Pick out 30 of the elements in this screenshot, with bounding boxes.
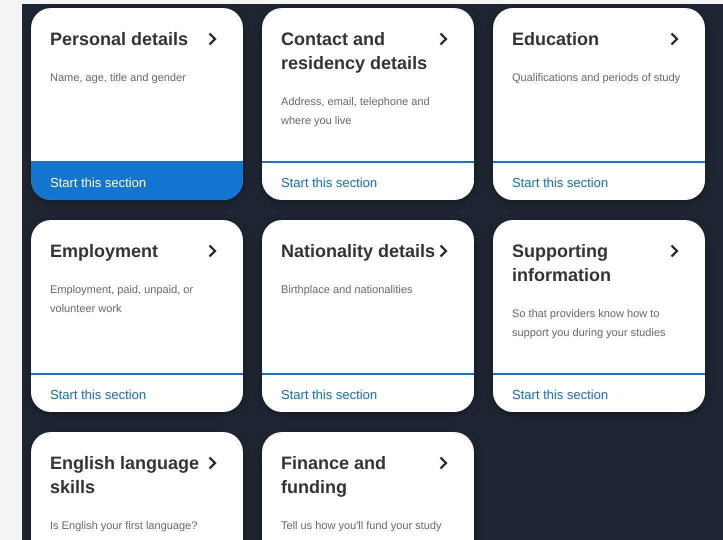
card-title: Supporting information (512, 240, 612, 287)
start-section-link[interactable]: Start this section (31, 161, 243, 200)
card-description: Address, email, telephone and where you live (281, 95, 431, 129)
card-title: Employment (50, 240, 160, 263)
card-title: Education (512, 28, 600, 51)
card-description: Is English your first language? (50, 519, 198, 534)
start-section-link[interactable]: Start this section (31, 373, 243, 412)
chevron-right-icon (208, 244, 217, 258)
chevron-right-icon (439, 456, 448, 470)
chevron-right-icon (670, 32, 679, 46)
card-description: So that providers know how to support you during your studies (512, 307, 666, 341)
start-section-link[interactable]: Start this section (262, 161, 474, 200)
start-section-link[interactable]: Start this section (262, 373, 474, 412)
card-title: Finance and funding (281, 452, 388, 499)
chevron-right-icon (208, 32, 217, 46)
card-title: Personal details (50, 28, 190, 51)
card-title: Nationality details (281, 240, 436, 263)
card-description: Name, age, title and gender (50, 71, 187, 86)
chevron-right-icon (670, 244, 679, 258)
chevron-right-icon (439, 32, 448, 46)
chevron-right-icon (439, 244, 448, 258)
card-description: Birthplace and nationalities (281, 283, 414, 298)
card-title: Contact and residency details (281, 28, 428, 75)
start-section-link[interactable]: Start this section (493, 373, 705, 412)
card-description: Tell us how you'll fund your study (281, 519, 442, 534)
start-section-link[interactable]: Start this section (493, 161, 705, 200)
card-description: Qualifications and periods of study (512, 71, 682, 86)
card-title: English language skills (50, 452, 200, 499)
card-description: Employment, paid, unpaid, or volunteer work (50, 283, 194, 317)
chevron-right-icon (208, 456, 217, 470)
